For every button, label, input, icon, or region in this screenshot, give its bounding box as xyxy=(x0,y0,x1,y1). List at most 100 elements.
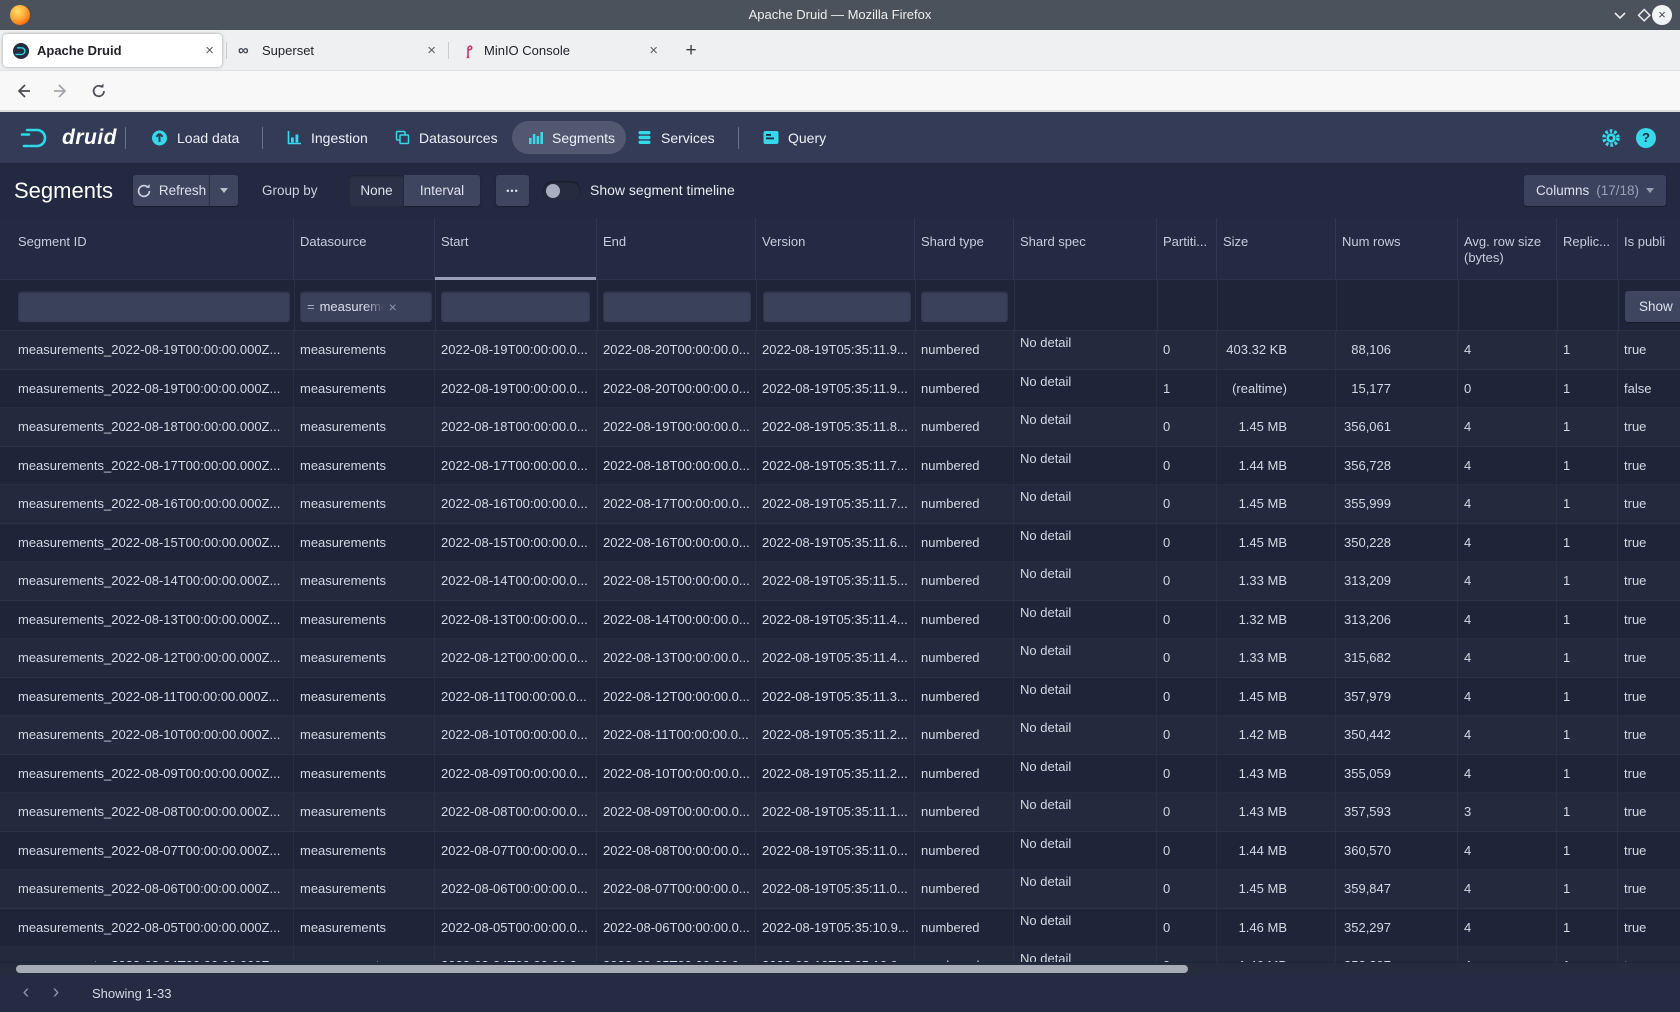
cell-shard_spec: No detail xyxy=(1014,370,1157,408)
horizontal-scrollbar-track[interactable] xyxy=(0,963,1680,975)
nav-query[interactable]: Query xyxy=(762,112,826,163)
cell-partition: 0 xyxy=(1157,755,1217,793)
table-row[interactable]: measurements_2022-08-10T00:00:00.000Z...… xyxy=(0,716,1680,755)
horizontal-scrollbar-thumb[interactable] xyxy=(16,965,1188,973)
filter-end-input[interactable] xyxy=(603,291,751,322)
window-close-button[interactable]: × xyxy=(1652,5,1672,25)
table-row[interactable]: measurements_2022-08-09T00:00:00.000Z...… xyxy=(0,755,1680,794)
cell-shard_spec: No detail xyxy=(1014,601,1157,639)
druid-logo[interactable]: druid xyxy=(20,112,117,163)
table-row[interactable]: measurements_2022-08-15T00:00:00.000Z...… xyxy=(0,524,1680,563)
refresh-button[interactable]: Refresh xyxy=(133,175,209,206)
window-minimize-button[interactable] xyxy=(1610,5,1630,25)
table-row[interactable]: measurements_2022-08-04T00:00:00.000Z...… xyxy=(0,947,1680,962)
column-header-replicas[interactable]: Replic... xyxy=(1557,218,1618,279)
druid-logo-icon xyxy=(20,125,54,151)
cell-avg_row_size: 4 xyxy=(1458,716,1557,754)
new-tab-button[interactable]: + xyxy=(678,38,704,64)
table-row[interactable]: measurements_2022-08-11T00:00:00.000Z...… xyxy=(0,678,1680,717)
tab-superset[interactable]: ∞ Superset × xyxy=(228,34,444,67)
column-header-size[interactable]: Size xyxy=(1217,218,1336,279)
prev-page-button[interactable]: ‹ xyxy=(14,975,38,1012)
nav-load-data[interactable]: Load data xyxy=(150,112,239,163)
cell-avg_row_size: 4 xyxy=(1458,639,1557,677)
segment-timeline-toggle[interactable] xyxy=(543,181,581,201)
navbar-separator xyxy=(125,127,126,149)
column-header-start[interactable]: Start xyxy=(435,218,597,279)
filter-datasource-input[interactable]: = measurements × xyxy=(300,291,432,322)
cell-version: 2022-08-19T05:35:11.3... xyxy=(756,678,915,716)
table-row[interactable]: measurements_2022-08-07T00:00:00.000Z...… xyxy=(0,832,1680,871)
segments-icon xyxy=(527,129,544,146)
group-by-interval-button[interactable]: Interval xyxy=(404,175,480,206)
navbar-separator xyxy=(262,127,263,149)
table-row[interactable]: measurements_2022-08-08T00:00:00.000Z...… xyxy=(0,793,1680,832)
back-button[interactable] xyxy=(14,71,32,110)
nav-ingestion[interactable]: Ingestion xyxy=(286,112,368,163)
cell-id: measurements_2022-08-09T00:00:00.000Z... xyxy=(0,755,294,793)
tab-close-icon[interactable]: × xyxy=(427,42,436,59)
query-icon xyxy=(762,129,780,146)
column-header-avg_row_size[interactable]: Avg. row size (bytes) xyxy=(1458,218,1557,279)
nav-segments[interactable]: Segments xyxy=(527,112,615,163)
column-header-shard_spec[interactable]: Shard spec xyxy=(1014,218,1157,279)
help-icon[interactable]: ? xyxy=(1636,112,1656,163)
cell-shard_type: numbered xyxy=(915,716,1014,754)
column-header-partition[interactable]: Partiti... xyxy=(1157,218,1217,279)
tab-apache-druid[interactable]: Apache Druid × xyxy=(3,34,222,67)
table-row[interactable]: measurements_2022-08-19T00:00:00.000Z...… xyxy=(0,370,1680,409)
filter-start-input[interactable] xyxy=(441,291,590,322)
more-options-button[interactable]: ••• xyxy=(496,175,529,206)
table-row[interactable]: measurements_2022-08-12T00:00:00.000Z...… xyxy=(0,639,1680,678)
toggle-knob xyxy=(546,184,560,198)
table-row[interactable]: measurements_2022-08-14T00:00:00.000Z...… xyxy=(0,562,1680,601)
table-row[interactable]: measurements_2022-08-13T00:00:00.000Z...… xyxy=(0,601,1680,640)
cell-ds: measurements xyxy=(294,678,435,716)
table-row[interactable]: measurements_2022-08-06T00:00:00.000Z...… xyxy=(0,870,1680,909)
settings-gear-icon[interactable] xyxy=(1600,112,1622,163)
cell-start: 2022-08-08T00:00:00.0... xyxy=(435,793,597,831)
window-maximize-button[interactable] xyxy=(1634,5,1654,25)
tab-minio-console[interactable]: MinIO Console × xyxy=(450,34,666,67)
column-header-is_published[interactable]: Is publi xyxy=(1618,218,1680,279)
refresh-dropdown-button[interactable] xyxy=(209,175,238,206)
cell-ds: measurements xyxy=(294,755,435,793)
column-header-version[interactable]: Version xyxy=(756,218,915,279)
filter-segment-id-input[interactable] xyxy=(18,291,290,322)
table-row[interactable]: measurements_2022-08-18T00:00:00.000Z...… xyxy=(0,408,1680,447)
column-header-ds[interactable]: Datasource xyxy=(294,218,435,279)
next-page-button[interactable]: › xyxy=(44,975,68,1012)
group-by-label: Group by xyxy=(262,163,318,218)
columns-button[interactable]: Columns (17/18) xyxy=(1524,175,1666,206)
browser-titlebar: Apache Druid — Mozilla Firefox × xyxy=(0,0,1680,30)
nav-datasources[interactable]: Datasources xyxy=(394,112,498,163)
filter-is-published-show-button[interactable]: Show xyxy=(1625,291,1680,322)
cell-version: 2022-08-19T05:35:11.1... xyxy=(756,793,915,831)
cell-avg_row_size: 4 xyxy=(1458,909,1557,947)
group-by-none-button[interactable]: None xyxy=(349,175,404,206)
filter-version-input[interactable] xyxy=(763,291,911,322)
column-header-end[interactable]: End xyxy=(597,218,756,279)
table-row[interactable]: measurements_2022-08-16T00:00:00.000Z...… xyxy=(0,485,1680,524)
reload-button[interactable] xyxy=(90,71,108,110)
filter-shard-type-input[interactable] xyxy=(921,291,1008,322)
column-header-shard_type[interactable]: Shard type xyxy=(915,218,1014,279)
column-header-id[interactable]: Segment ID xyxy=(0,218,294,279)
cell-shard_type: numbered xyxy=(915,793,1014,831)
column-header-num_rows[interactable]: Num rows xyxy=(1336,218,1458,279)
table-row[interactable]: measurements_2022-08-17T00:00:00.000Z...… xyxy=(0,447,1680,486)
cell-id: measurements_2022-08-05T00:00:00.000Z... xyxy=(0,909,294,947)
tab-close-icon[interactable]: × xyxy=(649,42,658,59)
table-row[interactable]: measurements_2022-08-05T00:00:00.000Z...… xyxy=(0,909,1680,948)
nav-services[interactable]: Services xyxy=(636,112,715,163)
cell-num_rows: 357,979 xyxy=(1336,678,1458,716)
tab-close-icon[interactable]: × xyxy=(205,42,214,59)
cell-is_published: true xyxy=(1618,408,1680,446)
forward-button[interactable] xyxy=(52,71,70,110)
cell-replicas: 1 xyxy=(1557,485,1618,523)
clear-filter-icon[interactable]: × xyxy=(389,299,397,315)
cell-shard_spec: No detail xyxy=(1014,639,1157,677)
table-row[interactable]: measurements_2022-08-19T00:00:00.000Z...… xyxy=(0,331,1680,370)
cell-version: 2022-08-19T05:35:11.0... xyxy=(756,832,915,870)
cell-ds: measurements xyxy=(294,485,435,523)
